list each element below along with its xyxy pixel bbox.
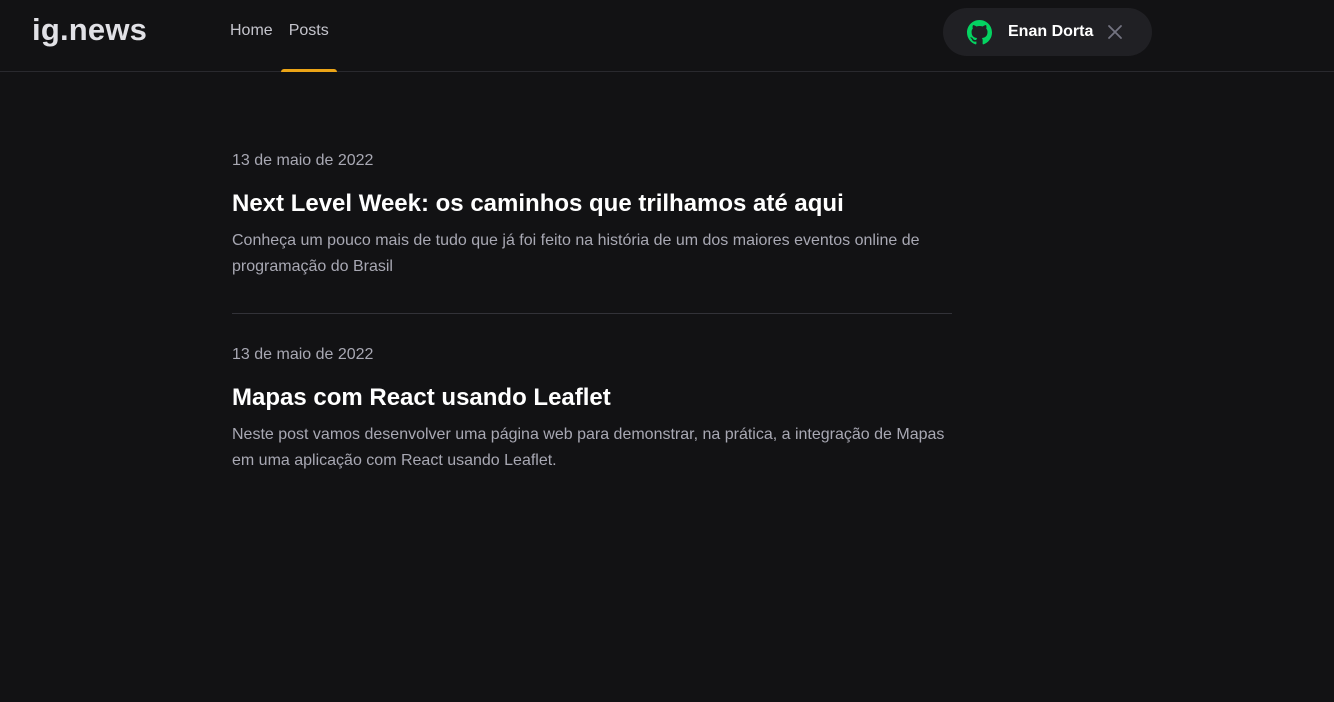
post-item[interactable]: 13 de maio de 2022 Mapas com React usand… (232, 344, 952, 474)
logo[interactable]: ig.news (32, 12, 147, 48)
post-date: 13 de maio de 2022 (232, 152, 374, 169)
github-user-button[interactable]: Enan Dorta (943, 8, 1152, 56)
main-nav: Home Posts (222, 0, 337, 72)
post-excerpt: Conheça um pouco mais de tudo que já foi… (232, 232, 920, 275)
user-name: Enan Dorta (1008, 23, 1094, 40)
nav-link-home[interactable]: Home (222, 0, 281, 71)
nav-link-posts[interactable]: Posts (280, 0, 337, 72)
post-divider (232, 313, 952, 314)
header: ig.news Home Posts Enan Dorta (0, 0, 1334, 72)
posts-list: 13 de maio de 2022 Next Level Week: os c… (232, 150, 952, 474)
close-icon[interactable] (1107, 24, 1123, 40)
github-icon (967, 19, 992, 44)
post-date: 13 de maio de 2022 (232, 346, 374, 363)
post-title[interactable]: Mapas com React usando Leaflet (232, 383, 952, 413)
post-item[interactable]: 13 de maio de 2022 Next Level Week: os c… (232, 150, 952, 280)
post-title[interactable]: Next Level Week: os caminhos que trilham… (232, 189, 952, 219)
post-excerpt: Neste post vamos desenvolver uma página … (232, 426, 945, 469)
